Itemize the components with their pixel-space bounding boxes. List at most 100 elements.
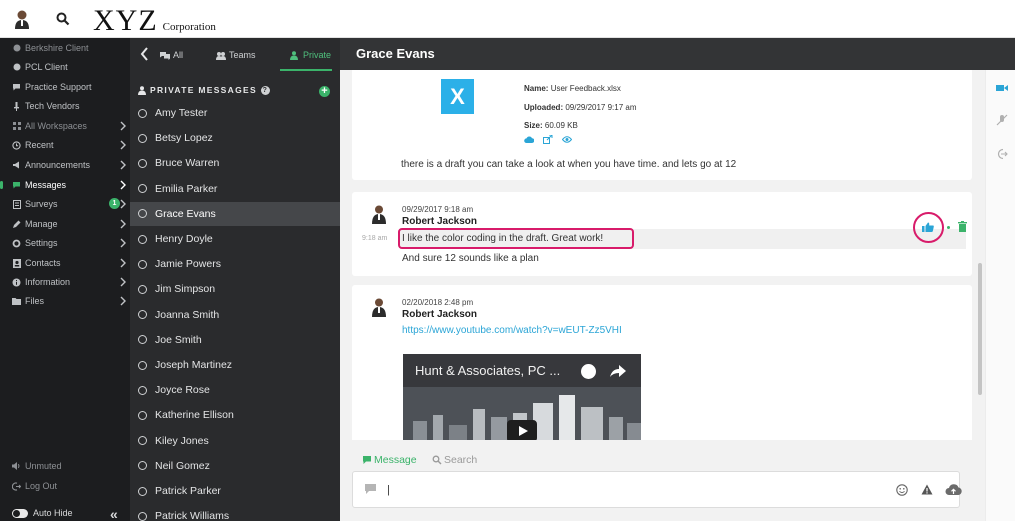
toggle-switch-icon [12, 508, 28, 518]
contact-name: Bruce Warren [155, 157, 220, 170]
tab-message[interactable]: Message [362, 454, 417, 466]
video-preview[interactable]: Hunt & Associates, PC ... [403, 354, 641, 440]
top-bar: XYZ Corporation [0, 0, 1015, 38]
message-bubble-icon [362, 455, 372, 465]
nav-label: Recent [25, 140, 54, 150]
nav-item-recent[interactable]: Recent [12, 137, 54, 153]
tab-private[interactable]: Private [290, 50, 331, 60]
nav-label: Settings [25, 238, 58, 248]
share-arrow-icon[interactable] [610, 364, 626, 378]
contact-name: Joanna Smith [155, 308, 220, 321]
contact-item[interactable]: Joanna Smith [130, 303, 340, 327]
tab-message-label: Message [374, 454, 417, 466]
pencil-icon [12, 220, 21, 229]
message-author[interactable]: Robert Jackson [402, 309, 477, 320]
contact-item[interactable]: Grace Evans [130, 201, 340, 226]
preview-eye-icon[interactable] [562, 135, 572, 144]
nav-label: Tech Vendors [25, 101, 80, 111]
message-link[interactable]: https://www.youtube.com/watch?v=wEUT-Zz5… [402, 325, 622, 336]
contact-name: Emilia Parker [155, 182, 218, 195]
emoji-icon[interactable] [896, 484, 908, 496]
nav-item-files[interactable]: Files [12, 293, 44, 309]
upload-cloud-icon[interactable] [945, 483, 962, 496]
auto-hide-toggle[interactable]: Auto Hide [12, 508, 73, 518]
video-call-icon[interactable] [996, 82, 1008, 94]
download-cloud-icon[interactable] [524, 135, 534, 144]
nav-item-all-workspaces[interactable]: All Workspaces [12, 118, 87, 134]
author-avatar[interactable] [372, 204, 386, 224]
compose-area: Message Search [340, 440, 985, 521]
thumbs-up-icon[interactable] [922, 222, 934, 232]
contact-name: Neil Gomez [155, 459, 210, 472]
message-timestamp: 02/20/2018 2:48 pm [402, 298, 474, 307]
nav-item-surveys[interactable]: Surveys [12, 196, 58, 212]
message-author[interactable]: Robert Jackson [402, 216, 477, 227]
contact-card-icon [12, 258, 21, 268]
nav-item-pcl-client[interactable]: PCL Client [12, 59, 68, 75]
collapse-sidebar-icon[interactable]: « [110, 506, 118, 521]
presence-status-icon [138, 184, 147, 194]
tab-all[interactable]: All [160, 50, 183, 60]
nav-item-information[interactable]: Information [12, 274, 70, 290]
nav-item-berkshire-client[interactable]: Berkshire Client [12, 40, 89, 56]
contact-name: Joe Smith [155, 333, 202, 346]
chevron-right-icon [120, 160, 126, 170]
unmuted-toggle[interactable]: Unmuted [12, 458, 62, 474]
contact-item[interactable]: Katherine Ellison [130, 403, 340, 427]
nav-item-announcements[interactable]: Announcements [12, 157, 90, 173]
leave-conversation-icon[interactable] [996, 148, 1008, 160]
contact-item[interactable]: Amy Tester [130, 101, 340, 125]
tab-search[interactable]: Search [432, 454, 477, 466]
more-options-icon[interactable] [947, 226, 950, 229]
contact-item[interactable]: Patrick Parker [130, 479, 340, 503]
help-icon[interactable]: ? [260, 85, 270, 95]
logout-button[interactable]: Log Out [12, 478, 57, 494]
nav-item-manage[interactable]: Manage [12, 216, 58, 232]
megaphone-icon [12, 161, 21, 170]
contact-item[interactable]: Joyce Rose [130, 378, 340, 402]
author-avatar[interactable] [372, 297, 386, 317]
contact-item[interactable]: Henry Doyle [130, 227, 340, 251]
priority-alert-icon[interactable] [921, 484, 933, 495]
presence-status-icon [138, 410, 147, 420]
message-input[interactable] [387, 481, 867, 499]
search-icon[interactable] [55, 11, 71, 27]
contact-item[interactable]: Joseph Martinez [130, 353, 340, 377]
contact-name: Grace Evans [155, 207, 216, 220]
nav-item-practice-support[interactable]: Practice Support [12, 79, 92, 95]
back-chevron-icon[interactable] [140, 47, 149, 61]
nav-label: Practice Support [25, 82, 92, 92]
message-list-panel: All Teams Private PRIVATE MESSAGES ? + A… [130, 38, 340, 521]
contact-name: Patrick Parker [155, 485, 221, 497]
contact-item[interactable]: Emilia Parker [130, 177, 340, 201]
folder-icon [12, 297, 21, 306]
nav-label: All Workspaces [25, 121, 87, 131]
brand-name: XYZ [93, 4, 158, 37]
nav-item-messages[interactable]: Messages [0, 177, 66, 193]
nav-item-settings[interactable]: Settings [12, 235, 58, 251]
message-side-time: 9:18 am [362, 235, 388, 242]
share-icon[interactable] [543, 135, 553, 144]
contact-name: Joyce Rose [155, 384, 210, 397]
watch-later-clock-icon[interactable] [581, 364, 596, 379]
tab-teams[interactable]: Teams [216, 50, 256, 60]
contact-item[interactable]: Jim Simpson [130, 277, 340, 301]
chat-scrollbar[interactable] [978, 263, 982, 395]
contact-item[interactable]: Joe Smith [130, 328, 340, 352]
mute-mic-icon[interactable] [996, 114, 1008, 126]
message-icon [12, 181, 21, 190]
contact-item[interactable]: Bruce Warren [130, 151, 340, 175]
excel-file-icon[interactable]: X [441, 79, 474, 114]
unmuted-label: Unmuted [25, 461, 62, 471]
contact-item[interactable]: Patrick Williams [130, 504, 340, 521]
contact-item[interactable]: Betsy Lopez [130, 126, 340, 150]
delete-trash-icon[interactable] [958, 221, 967, 232]
user-avatar[interactable] [14, 9, 30, 29]
contact-item[interactable]: Jamie Powers [130, 252, 340, 276]
new-private-message-button[interactable]: + [319, 86, 330, 97]
nav-item-contacts[interactable]: Contacts [12, 255, 61, 271]
contact-item[interactable]: Kiley Jones [130, 429, 340, 453]
nav-item-tech-vendors[interactable]: Tech Vendors [12, 98, 80, 114]
play-button-icon[interactable] [507, 420, 537, 440]
contact-item[interactable]: Neil Gomez [130, 454, 340, 478]
